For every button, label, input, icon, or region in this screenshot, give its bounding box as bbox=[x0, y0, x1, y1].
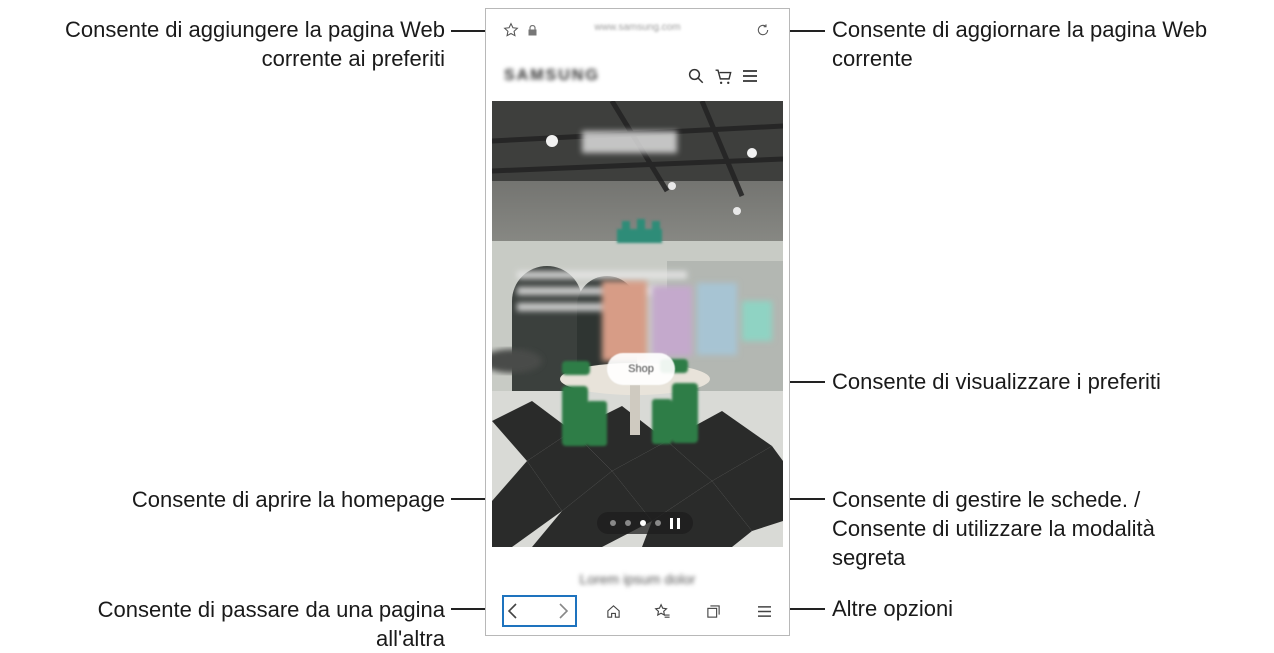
search-icon[interactable] bbox=[685, 65, 707, 87]
phone-screen: www.samsung.com SAMSUNG Shop Lorem ipsum… bbox=[485, 8, 790, 636]
hero-image[interactable]: Shop bbox=[492, 101, 783, 547]
callout-navigate-line2: all'altra bbox=[375, 626, 445, 651]
callout-refresh: Consente di aggiornare la pagina Web cor… bbox=[832, 15, 1262, 73]
carousel-dot-active[interactable] bbox=[640, 520, 646, 526]
carousel-dot[interactable] bbox=[655, 520, 661, 526]
site-header: SAMSUNG bbox=[486, 51, 789, 101]
callout-home: Consente di aprire la homepage bbox=[0, 485, 445, 514]
carousel-indicator[interactable] bbox=[597, 512, 693, 534]
home-icon[interactable] bbox=[603, 601, 623, 621]
refresh-icon[interactable] bbox=[754, 21, 772, 39]
url-text[interactable]: www.samsung.com bbox=[486, 22, 789, 33]
callout-more: Altre opzioni bbox=[832, 594, 1262, 623]
callout-tabs-line1: Consente di gestire le schede. / bbox=[832, 487, 1141, 512]
url-bar: www.samsung.com bbox=[486, 9, 789, 51]
bookmarks-icon[interactable] bbox=[652, 601, 672, 621]
carousel-dot[interactable] bbox=[610, 520, 616, 526]
chevron-right-icon[interactable] bbox=[552, 600, 574, 622]
carousel-dot[interactable] bbox=[625, 520, 631, 526]
page-content-lower: Lorem ipsum dolor bbox=[486, 547, 789, 595]
content-heading: Lorem ipsum dolor bbox=[579, 571, 696, 587]
bottom-toolbar bbox=[486, 595, 789, 635]
tabs-icon[interactable] bbox=[703, 601, 723, 621]
callout-navigate-line1: Consente di passare da una pagina bbox=[97, 597, 445, 622]
callout-refresh-line2: corrente bbox=[832, 46, 913, 71]
callout-more-line1: Altre opzioni bbox=[832, 596, 954, 621]
callout-bookmarks-line1: Consente di visualizzare i preferiti bbox=[832, 369, 1161, 394]
callout-add-bookmark: Consente di aggiungere la pagina Web cor… bbox=[0, 15, 445, 73]
pause-icon[interactable] bbox=[670, 517, 680, 529]
shop-button[interactable]: Shop bbox=[607, 353, 675, 385]
more-icon[interactable] bbox=[754, 601, 774, 621]
callout-bookmarks: Consente di visualizzare i preferiti bbox=[832, 367, 1262, 396]
chevron-left-icon[interactable] bbox=[502, 600, 524, 622]
callout-tabs: Consente di gestire le schede. / Consent… bbox=[832, 485, 1262, 572]
callout-tabs-line3: segreta bbox=[832, 545, 906, 570]
callout-home-line1: Consente di aprire la homepage bbox=[131, 487, 445, 512]
cart-icon[interactable] bbox=[712, 65, 734, 87]
callout-navigate: Consente di passare da una pagina all'al… bbox=[0, 595, 445, 653]
site-logo[interactable]: SAMSUNG bbox=[504, 67, 600, 85]
callout-add-bookmark-line1: Consente di aggiungere la pagina Web bbox=[65, 17, 445, 42]
callout-tabs-line2: Consente di utilizzare la modalità bbox=[832, 516, 1155, 541]
callout-refresh-line1: Consente di aggiornare la pagina Web bbox=[832, 17, 1208, 42]
callout-add-bookmark-line2: corrente ai preferiti bbox=[261, 46, 445, 71]
menu-icon[interactable] bbox=[739, 65, 761, 87]
